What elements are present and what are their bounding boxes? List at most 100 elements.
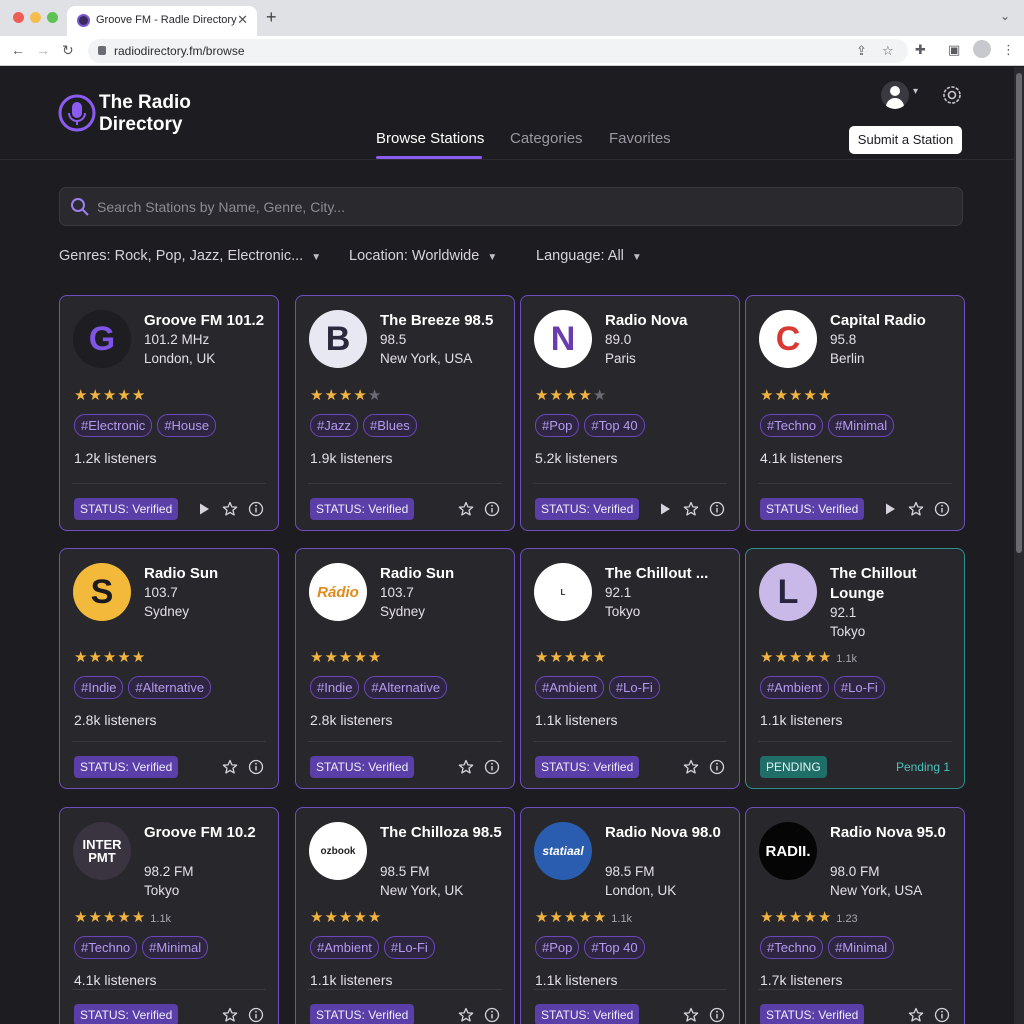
submit-station-button[interactable]: Submit a Station bbox=[849, 126, 962, 154]
genre-tag[interactable]: #Electronic bbox=[74, 414, 153, 437]
genre-tag[interactable]: #Pop bbox=[535, 936, 580, 959]
share-icon[interactable]: ⇪ bbox=[856, 43, 867, 59]
station-name[interactable]: Radio Nova bbox=[605, 311, 731, 331]
favorite-star-icon[interactable] bbox=[458, 501, 474, 517]
info-icon[interactable] bbox=[709, 759, 725, 775]
station-name[interactable]: The Chillout Lounge bbox=[830, 564, 956, 604]
tab-browse-stations[interactable]: Browse Stations bbox=[376, 130, 484, 147]
favorite-star-icon[interactable] bbox=[908, 501, 924, 517]
genre-tag[interactable]: #Ambient bbox=[310, 936, 379, 959]
favorite-star-icon[interactable] bbox=[458, 1007, 474, 1023]
station-card[interactable]: INTER PMT Groove FM 10.2 98.2 FM Tokyo ★★★★★… bbox=[59, 807, 279, 1024]
genre-tag[interactable]: #Indie bbox=[74, 676, 124, 699]
genre-tag[interactable]: #Lo-Fi bbox=[383, 936, 435, 959]
genre-tag[interactable]: #Lo-Fi bbox=[833, 676, 885, 699]
station-card[interactable]: B The Breeze 98.5 98.5 New York, USA ★★★★★ #J… bbox=[295, 295, 515, 531]
favorite-star-icon[interactable] bbox=[458, 759, 474, 775]
favorite-star-icon[interactable] bbox=[222, 1007, 238, 1023]
station-name[interactable]: Capital Radio bbox=[830, 311, 956, 331]
close-window-button[interactable] bbox=[13, 12, 24, 23]
station-name[interactable]: Radio Nova 95.0 bbox=[830, 823, 956, 843]
language-filter-dropdown[interactable]: Language: All ▼ bbox=[536, 248, 642, 264]
minimize-window-button[interactable] bbox=[30, 12, 41, 23]
station-name[interactable]: The Chillout ... bbox=[605, 564, 731, 584]
station-name[interactable]: The Breeze 98.5 bbox=[380, 311, 506, 331]
maximize-window-button[interactable] bbox=[47, 12, 58, 23]
station-name[interactable]: Radio Nova 98.0 bbox=[605, 823, 731, 843]
brand-title[interactable]: The Radio Directory bbox=[99, 92, 259, 136]
favorite-star-icon[interactable] bbox=[222, 759, 238, 775]
genre-tag[interactable]: #Lo-Fi bbox=[608, 676, 660, 699]
favorite-star-icon[interactable] bbox=[683, 501, 699, 517]
play-icon[interactable] bbox=[657, 501, 673, 517]
location-filter-dropdown[interactable]: Location: Worldwide ▼ bbox=[349, 248, 497, 264]
info-icon[interactable] bbox=[248, 759, 264, 775]
genre-tag[interactable]: #Minimal bbox=[142, 936, 209, 959]
user-avatar[interactable] bbox=[881, 81, 909, 109]
reload-icon[interactable]: ↻ bbox=[62, 42, 74, 59]
tab-categories[interactable]: Categories bbox=[510, 130, 583, 147]
tab-list-chevron-icon[interactable]: ⌄ bbox=[1000, 9, 1010, 23]
genres-filter-dropdown[interactable]: Genres: Rock, Pop, Jazz, Electronic... ▼ bbox=[59, 248, 321, 264]
info-icon[interactable] bbox=[934, 1007, 950, 1023]
station-name[interactable]: Groove FM 101.2 bbox=[144, 311, 270, 331]
genre-tag[interactable]: #Alternative bbox=[364, 676, 448, 699]
genre-tag[interactable]: #Indie bbox=[310, 676, 360, 699]
genre-tag[interactable]: #Pop bbox=[535, 414, 580, 437]
station-card[interactable]: statiaal Radio Nova 98.0 98.5 FM London, UK… bbox=[520, 807, 740, 1024]
genre-tag[interactable]: #Top 40 bbox=[584, 414, 645, 437]
back-icon[interactable]: ← bbox=[11, 42, 25, 58]
genre-tag[interactable]: #Blues bbox=[362, 414, 417, 437]
station-card[interactable]: Rádio Radio Sun 103.7 Sydney ★★★★★ #Indie #Alt… bbox=[295, 548, 515, 789]
favorite-star-icon[interactable] bbox=[908, 1007, 924, 1023]
station-card[interactable]: L The Chillout Lounge 92.1 Tokyo ★★★★★ 1.1k #A… bbox=[745, 548, 965, 789]
forward-icon[interactable]: → bbox=[36, 42, 50, 58]
tab-favorites[interactable]: Favorites bbox=[609, 130, 671, 147]
info-icon[interactable] bbox=[248, 501, 264, 517]
genre-tag[interactable]: #Minimal bbox=[828, 414, 895, 437]
genre-tag[interactable]: #Ambient bbox=[760, 676, 829, 699]
page-scrollbar[interactable] bbox=[1014, 67, 1024, 1024]
gear-icon[interactable] bbox=[940, 83, 964, 107]
station-name[interactable]: Groove FM 10.2 bbox=[144, 823, 270, 843]
new-tab-icon[interactable]: + bbox=[266, 7, 277, 28]
favorite-star-icon[interactable] bbox=[683, 759, 699, 775]
play-icon[interactable] bbox=[196, 501, 212, 517]
genre-tag[interactable]: #Alternative bbox=[128, 676, 212, 699]
station-card[interactable]: N Radio Nova 89.0 Paris ★★★★★ #Pop #Top 40 5.2k… bbox=[520, 295, 740, 531]
info-icon[interactable] bbox=[709, 501, 725, 517]
station-name[interactable]: The Chilloza 98.5 bbox=[380, 823, 506, 843]
bookmark-star-icon[interactable]: ☆ bbox=[882, 43, 894, 59]
browser-tab[interactable]: Groove FM - Radle Directory ✕ bbox=[67, 6, 257, 36]
genre-tag[interactable]: #Jazz bbox=[310, 414, 358, 437]
play-icon[interactable] bbox=[882, 501, 898, 517]
info-icon[interactable] bbox=[934, 501, 950, 517]
genre-tag[interactable]: #Minimal bbox=[828, 936, 895, 959]
info-icon[interactable] bbox=[484, 501, 500, 517]
genre-tag[interactable]: #Ambient bbox=[535, 676, 604, 699]
genre-tag[interactable]: #House bbox=[157, 414, 217, 437]
info-icon[interactable] bbox=[248, 1007, 264, 1023]
station-name[interactable]: Radio Sun bbox=[144, 564, 270, 584]
genre-tag[interactable]: #Techno bbox=[760, 936, 824, 959]
station-name[interactable]: Radio Sun bbox=[380, 564, 506, 584]
tab-close-icon[interactable]: ✕ bbox=[237, 12, 248, 28]
search-input[interactable]: Search Stations by Name, Genre, City... bbox=[59, 187, 963, 226]
extensions-icon[interactable]: ✚ bbox=[915, 42, 926, 58]
url-text[interactable]: radiodirectory.fm/browse bbox=[114, 44, 245, 58]
genre-tag[interactable]: #Top 40 bbox=[584, 936, 645, 959]
browser-profile-icon[interactable] bbox=[973, 40, 991, 58]
station-card[interactable]: S Radio Sun 103.7 Sydney ★★★★★ #Indie #Alterna… bbox=[59, 548, 279, 789]
genre-tag[interactable]: #Techno bbox=[74, 936, 138, 959]
info-icon[interactable] bbox=[484, 1007, 500, 1023]
station-card[interactable]: RADII. Radio Nova 95.0 98.0 FM New York, US… bbox=[745, 807, 965, 1024]
favorite-star-icon[interactable] bbox=[683, 1007, 699, 1023]
browser-menu-icon[interactable]: ⋮ bbox=[1002, 42, 1015, 58]
chevron-down-icon[interactable]: ▾ bbox=[913, 86, 918, 97]
station-card[interactable]: G Groove FM 101.2 101.2 MHz London, UK ★★★★★… bbox=[59, 295, 279, 531]
station-card[interactable]: C Capital Radio 95.8 Berlin ★★★★★ #Techno #Min… bbox=[745, 295, 965, 531]
info-icon[interactable] bbox=[709, 1007, 725, 1023]
address-bar[interactable]: radiodirectory.fm/browse ⇪ ☆ bbox=[88, 39, 908, 63]
info-icon[interactable] bbox=[484, 759, 500, 775]
sidebar-icon[interactable]: ▣ bbox=[948, 42, 960, 58]
